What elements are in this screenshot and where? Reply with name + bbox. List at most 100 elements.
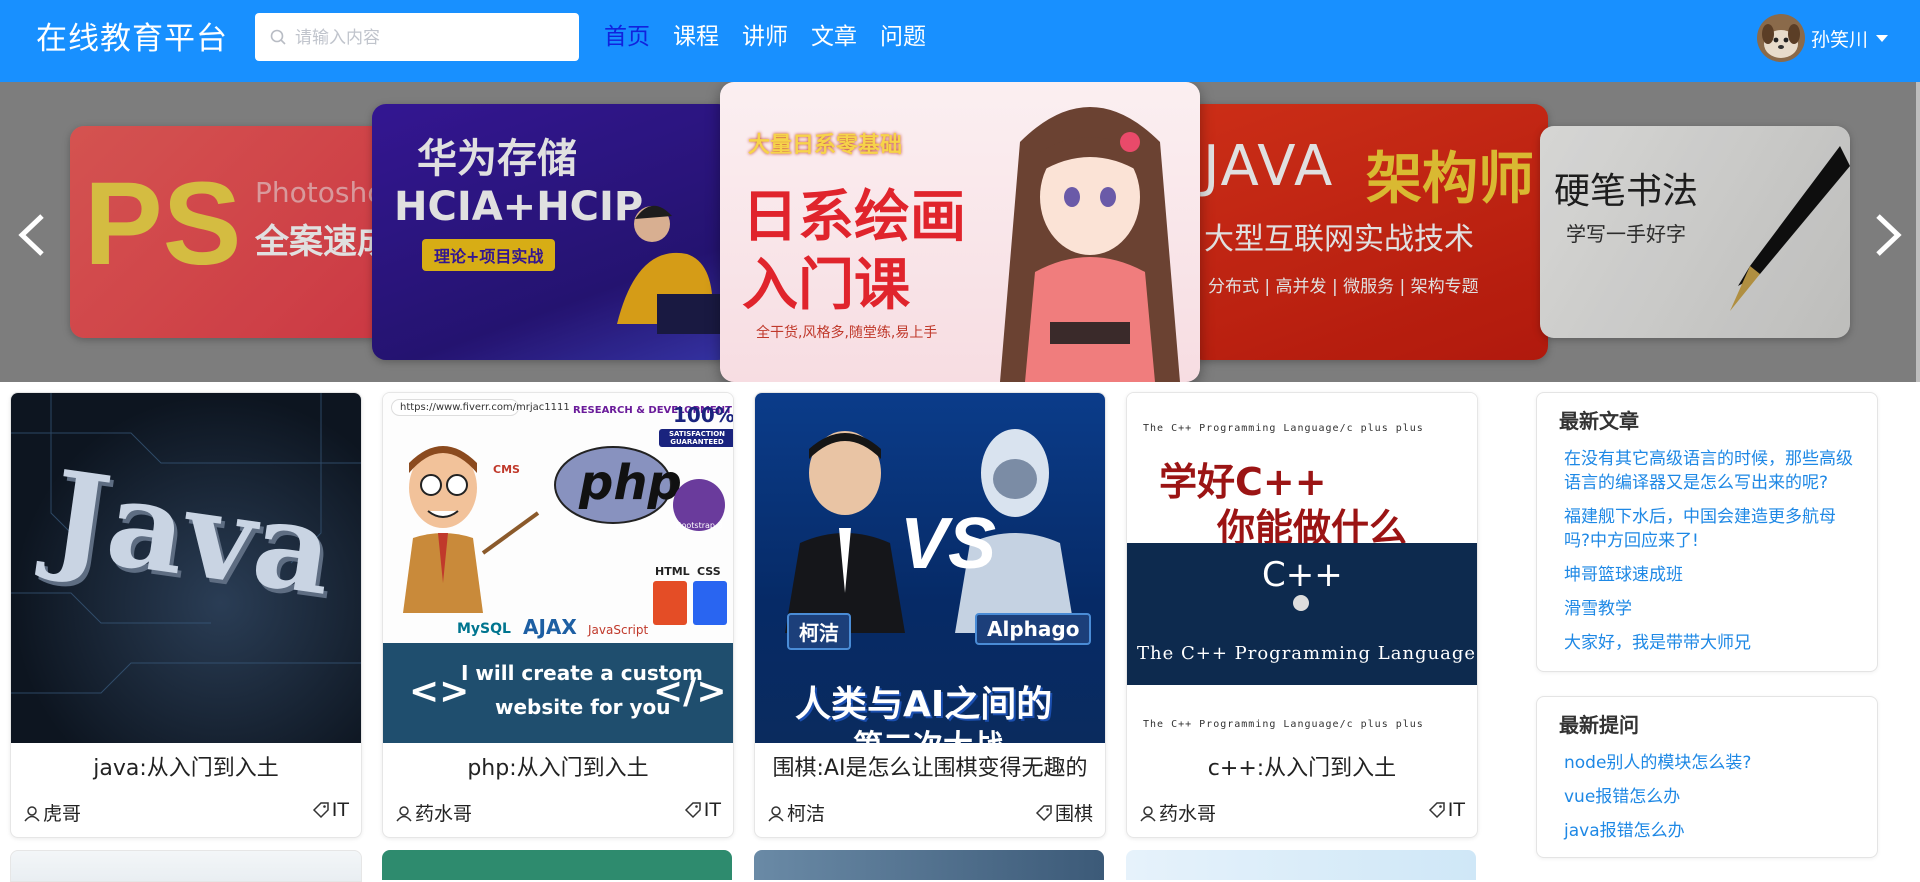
tag-icon [684, 802, 701, 819]
thumb-php-label-css: CSS [697, 565, 721, 578]
thumb-php-code-left-icon: <> [409, 671, 470, 712]
article-link[interactable]: 坤哥篮球速成班 [1564, 563, 1859, 587]
thumb-php-label-mysql: MySQL [457, 621, 511, 637]
course-thumbnail[interactable]: VS 柯洁 Alphago 人类与AI之间的 第二次大战 [755, 393, 1105, 743]
search-box[interactable] [255, 13, 579, 63]
nav-teachers[interactable]: 讲师 [742, 19, 788, 55]
question-link[interactable]: node别人的模块怎么装? [1564, 751, 1859, 775]
user-name[interactable]: 孙笑川 [1811, 25, 1868, 52]
carousel-prev-arrow-icon[interactable] [10, 210, 54, 260]
thumb-cpp-bottom-small: The C++ Programming Language/c plus plus [1143, 719, 1424, 730]
course-meta: 药水哥 IT [395, 799, 721, 826]
thumb-php-label-cms: CMS [493, 463, 520, 476]
banner-slide-anime-drawing[interactable]: 大量日系零基础 日系绘画 入门课 全干货,风格多,随堂练,易上手 [720, 82, 1200, 382]
latest-questions-title: 最新提问 [1559, 713, 1639, 737]
thumb-php-bottom-2: website for you [495, 695, 671, 719]
thumb-php-label-100: 100% [673, 403, 733, 427]
tag-icon [1428, 802, 1445, 819]
latest-questions-list: node别人的模块怎么装? vue报错怎么办 java报错怎么办 [1564, 751, 1859, 853]
thumb-php-label-bootstrap: Bootstrap 3 [676, 521, 723, 530]
thumb-go-headline-1: 人类与AI之间的 [795, 684, 1053, 725]
scrollbar[interactable] [1916, 82, 1920, 382]
user-icon [1140, 805, 1156, 821]
course-author: 药水哥 [1139, 799, 1216, 826]
course-card[interactable]: https://www.fiverr.com/mrjac1111 RESEARC… [382, 392, 734, 838]
tag-icon [312, 802, 329, 819]
nav-articles[interactable]: 文章 [811, 19, 857, 55]
article-link[interactable]: 福建舰下水后，中国会建造更多航母吗?中方回应来了! [1564, 505, 1859, 553]
course-tag: 围棋 [1035, 799, 1093, 826]
nav-courses[interactable]: 课程 [673, 19, 719, 55]
thumb-php-label-ajax: AJAX [523, 615, 577, 639]
thumb-cpp-top-small: The C++ Programming Language/c plus plus [1143, 423, 1424, 434]
question-link[interactable]: vue报错怎么办 [1564, 785, 1859, 809]
thumb-cpp-logo: C++ [1262, 555, 1343, 595]
thumb-go-label-kejie: 柯洁 [787, 613, 851, 650]
article-link[interactable]: 在没有其它高级语言的时候，那些高级语言的编译器又是怎么写出来的呢? [1564, 447, 1859, 495]
article-link[interactable]: 滑雪教学 [1564, 597, 1859, 621]
latest-articles-panel: 最新文章 在没有其它高级语言的时候，那些高级语言的编译器又是怎么写出来的呢? 福… [1536, 392, 1878, 672]
course-meta: 柯洁 围棋 [767, 799, 1093, 826]
course-author-name: 药水哥 [1159, 803, 1217, 825]
course-author-name: 虎哥 [43, 803, 82, 825]
course-author-name: 柯洁 [787, 803, 826, 825]
course-card[interactable]: VS 柯洁 Alphago 人类与AI之间的 第二次大战 围棋:AI是怎么让围棋… [754, 392, 1106, 838]
search-input[interactable] [293, 13, 567, 63]
slide-anime-top: 大量日系零基础 [748, 133, 903, 158]
course-tag: IT [684, 799, 721, 821]
question-link[interactable]: java报错怎么办 [1564, 819, 1859, 843]
user-icon [396, 805, 412, 821]
course-meta: 药水哥 IT [1139, 799, 1465, 826]
course-tag: IT [312, 799, 349, 821]
thumb-php-label-html: HTML [655, 565, 690, 578]
course-author-name: 药水哥 [415, 803, 473, 825]
cartoon-man-icon [403, 446, 540, 613]
banner-slide-ps[interactable]: PS Photosho 全案速成 [70, 126, 390, 338]
course-thumbnail[interactable]: Java [11, 393, 361, 743]
thumb-go-headline-2: 第二次大战 [853, 721, 1003, 743]
banner-slide-java-architect[interactable]: JAVA 架构师 大型互联网实战技术 分布式 | 高并发 | 微服务 | 架构专… [1188, 104, 1548, 360]
latest-articles-title: 最新文章 [1559, 409, 1639, 433]
nav-home[interactable]: 首页 [604, 19, 650, 55]
course-card[interactable]: Java java:从入门到入土 虎哥 IT [10, 392, 362, 838]
course-title[interactable]: java:从入门到入土 [11, 750, 361, 782]
thumb-php-label-javascript: JavaScript [588, 623, 649, 637]
carousel-next-arrow-icon[interactable] [1866, 210, 1910, 260]
course-meta: 虎哥 IT [23, 799, 349, 826]
course-card-partial[interactable] [1126, 850, 1476, 880]
user-icon [24, 805, 40, 821]
main-nav: 首页 课程 讲师 文章 问题 [604, 19, 926, 55]
latest-articles-list: 在没有其它高级语言的时候，那些高级语言的编译器又是怎么写出来的呢? 福建舰下水后… [1564, 447, 1859, 665]
course-author: 药水哥 [395, 799, 472, 826]
course-card[interactable]: The C++ Programming Language/c plus plus… [1126, 392, 1478, 838]
site-logo[interactable]: 在线教育平台 [36, 17, 228, 61]
course-tag: IT [1428, 799, 1465, 821]
thumb-go-label-alphago: Alphago [975, 613, 1092, 645]
course-thumbnail[interactable]: The C++ Programming Language/c plus plus… [1127, 393, 1477, 743]
banner-carousel: PS Photosho 全案速成 华为存储 HCIA+HCIP 理论+项目实战 … [0, 82, 1920, 382]
user-icon [768, 805, 784, 821]
slide-anime-line2: 入门课 [742, 253, 910, 318]
course-card-partial[interactable] [382, 850, 732, 880]
course-author: 虎哥 [23, 799, 81, 826]
article-link[interactable]: 大家好，我是带带大师兄 [1564, 631, 1859, 655]
tag-icon [1035, 804, 1052, 821]
slide-anime-bottom: 全干货,风格多,随堂练,易上手 [756, 325, 938, 341]
svg-text:VS: VS [900, 504, 996, 584]
banner-slide-huawei[interactable]: 华为存储 HCIA+HCIP 理论+项目实战 [372, 104, 732, 360]
top-navbar: 在线教育平台 首页 课程 讲师 文章 问题 孙笑川 [0, 0, 1920, 82]
course-tag-label: 围棋 [1054, 803, 1093, 825]
user-menu[interactable]: 孙笑川 [1756, 13, 1888, 63]
chevron-down-icon[interactable] [1876, 34, 1888, 42]
avatar[interactable] [1756, 14, 1805, 62]
thumb-php-code-right-icon: </> [653, 671, 727, 712]
course-title[interactable]: 围棋:AI是怎么让围棋变得无趣的 [755, 750, 1105, 782]
course-card-partial[interactable] [754, 850, 1104, 880]
course-thumbnail[interactable]: https://www.fiverr.com/mrjac1111 RESEARC… [383, 393, 733, 743]
banner-slide-calligraphy[interactable]: 硬笔书法 学写一手好字 [1540, 126, 1850, 338]
course-title[interactable]: c++:从入门到入土 [1127, 750, 1477, 782]
course-card-partial[interactable] [10, 850, 362, 882]
search-icon [270, 29, 286, 45]
course-title[interactable]: php:从入门到入土 [383, 750, 733, 782]
nav-questions[interactable]: 问题 [880, 19, 926, 55]
